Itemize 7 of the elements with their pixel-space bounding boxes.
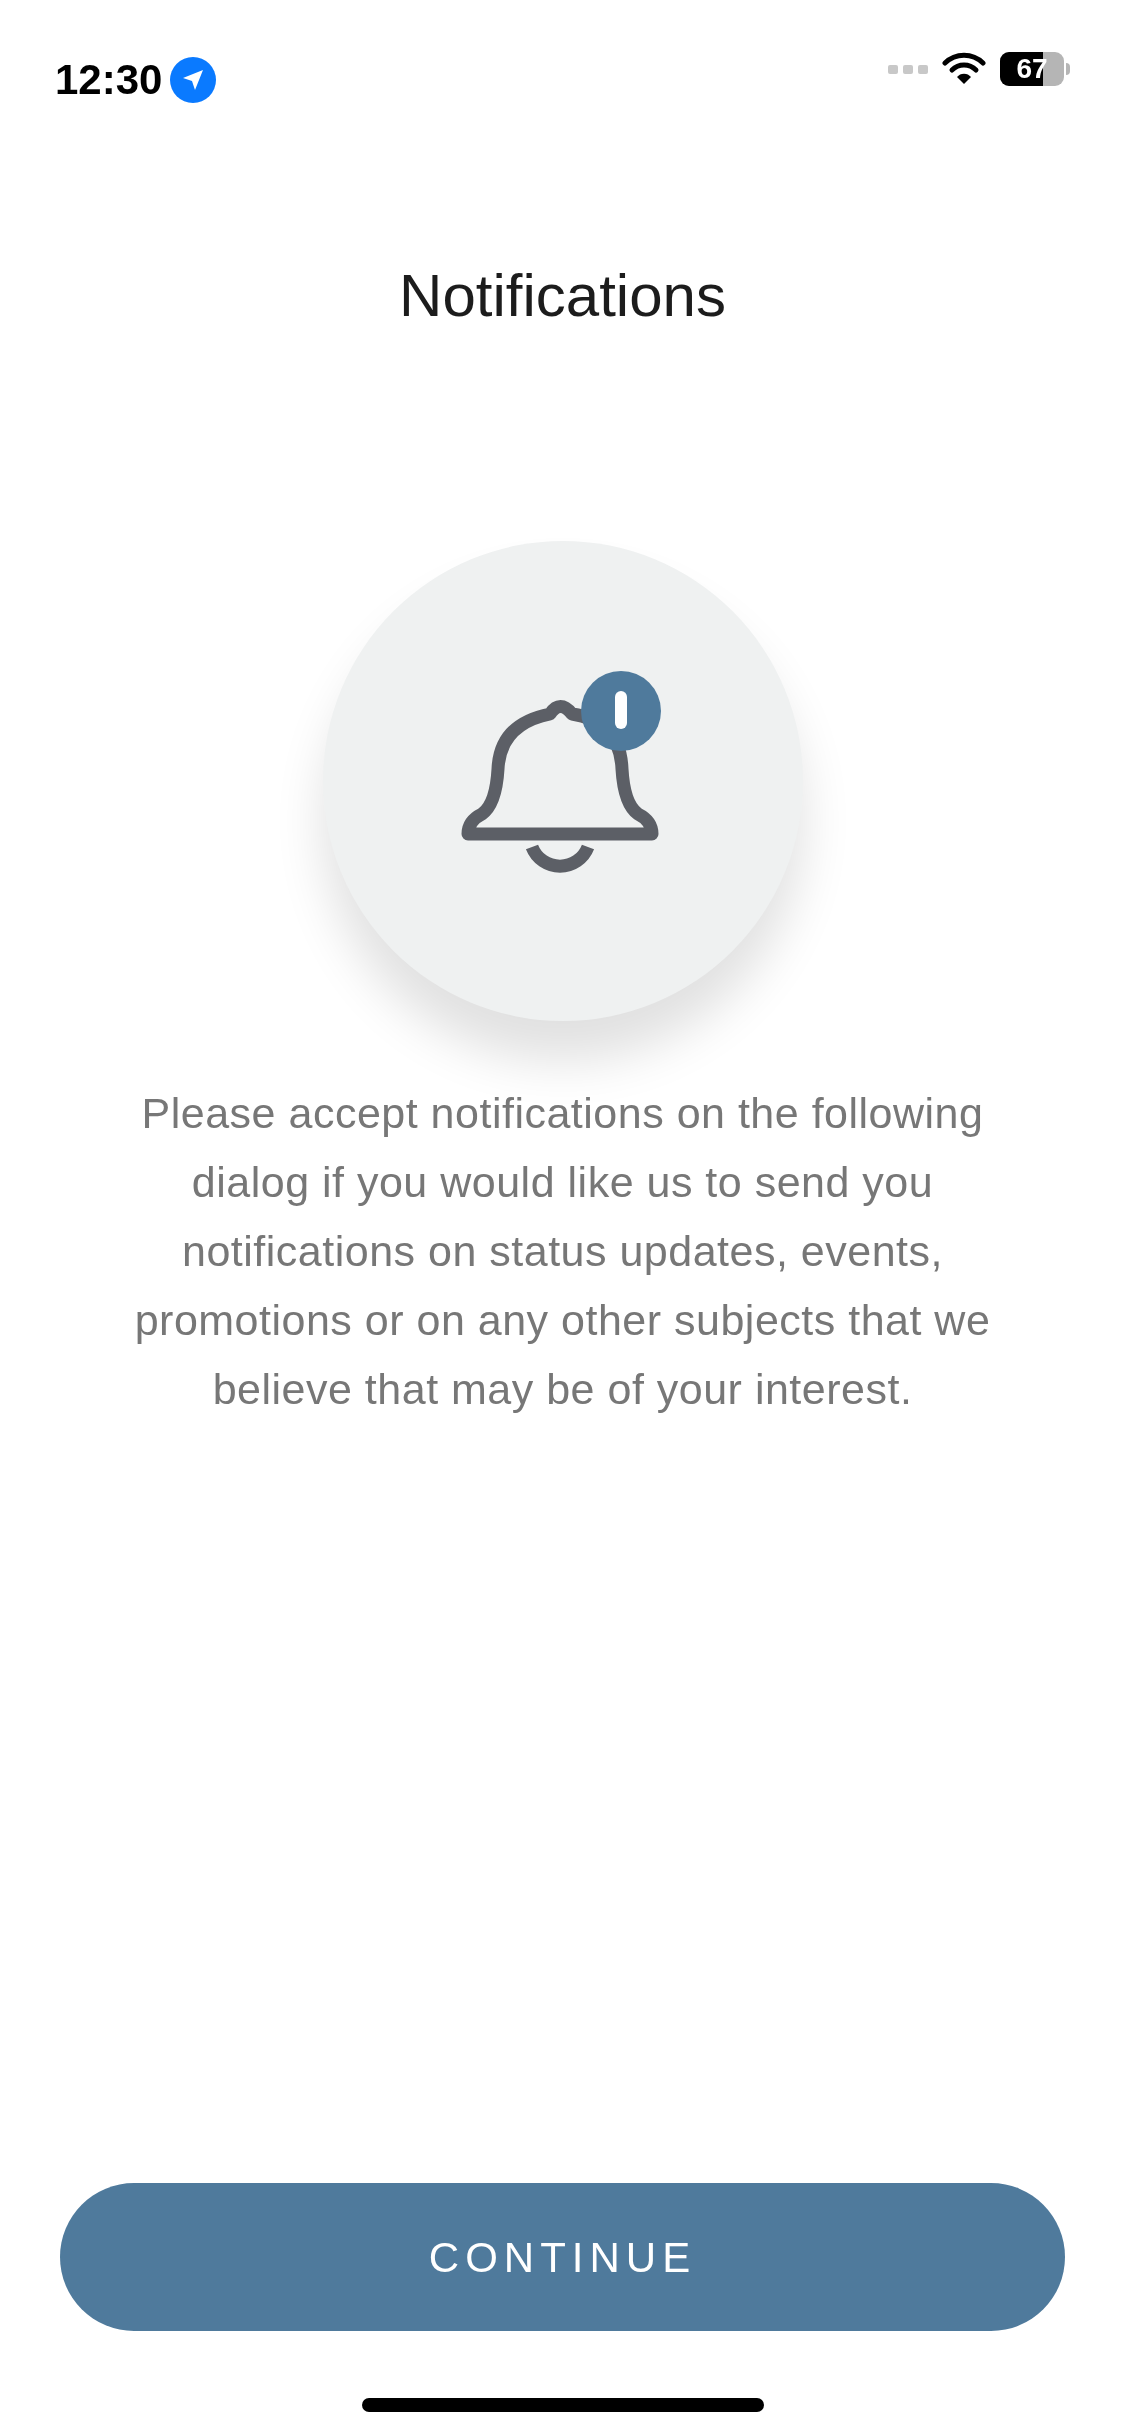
- location-icon: [170, 56, 217, 103]
- wifi-icon: [942, 52, 986, 86]
- page-title: Notifications: [399, 266, 726, 326]
- continue-button[interactable]: CONTINUE: [60, 2183, 1065, 2331]
- status-time: 12:30: [55, 55, 163, 105]
- signal-icon: [888, 63, 928, 75]
- notification-message: Please accept notifications on the following dialog if you would like us to send you notifications on status updates, events, promotions or on any other subjects that we believe that may be of your interest.: [133, 1088, 992, 1415]
